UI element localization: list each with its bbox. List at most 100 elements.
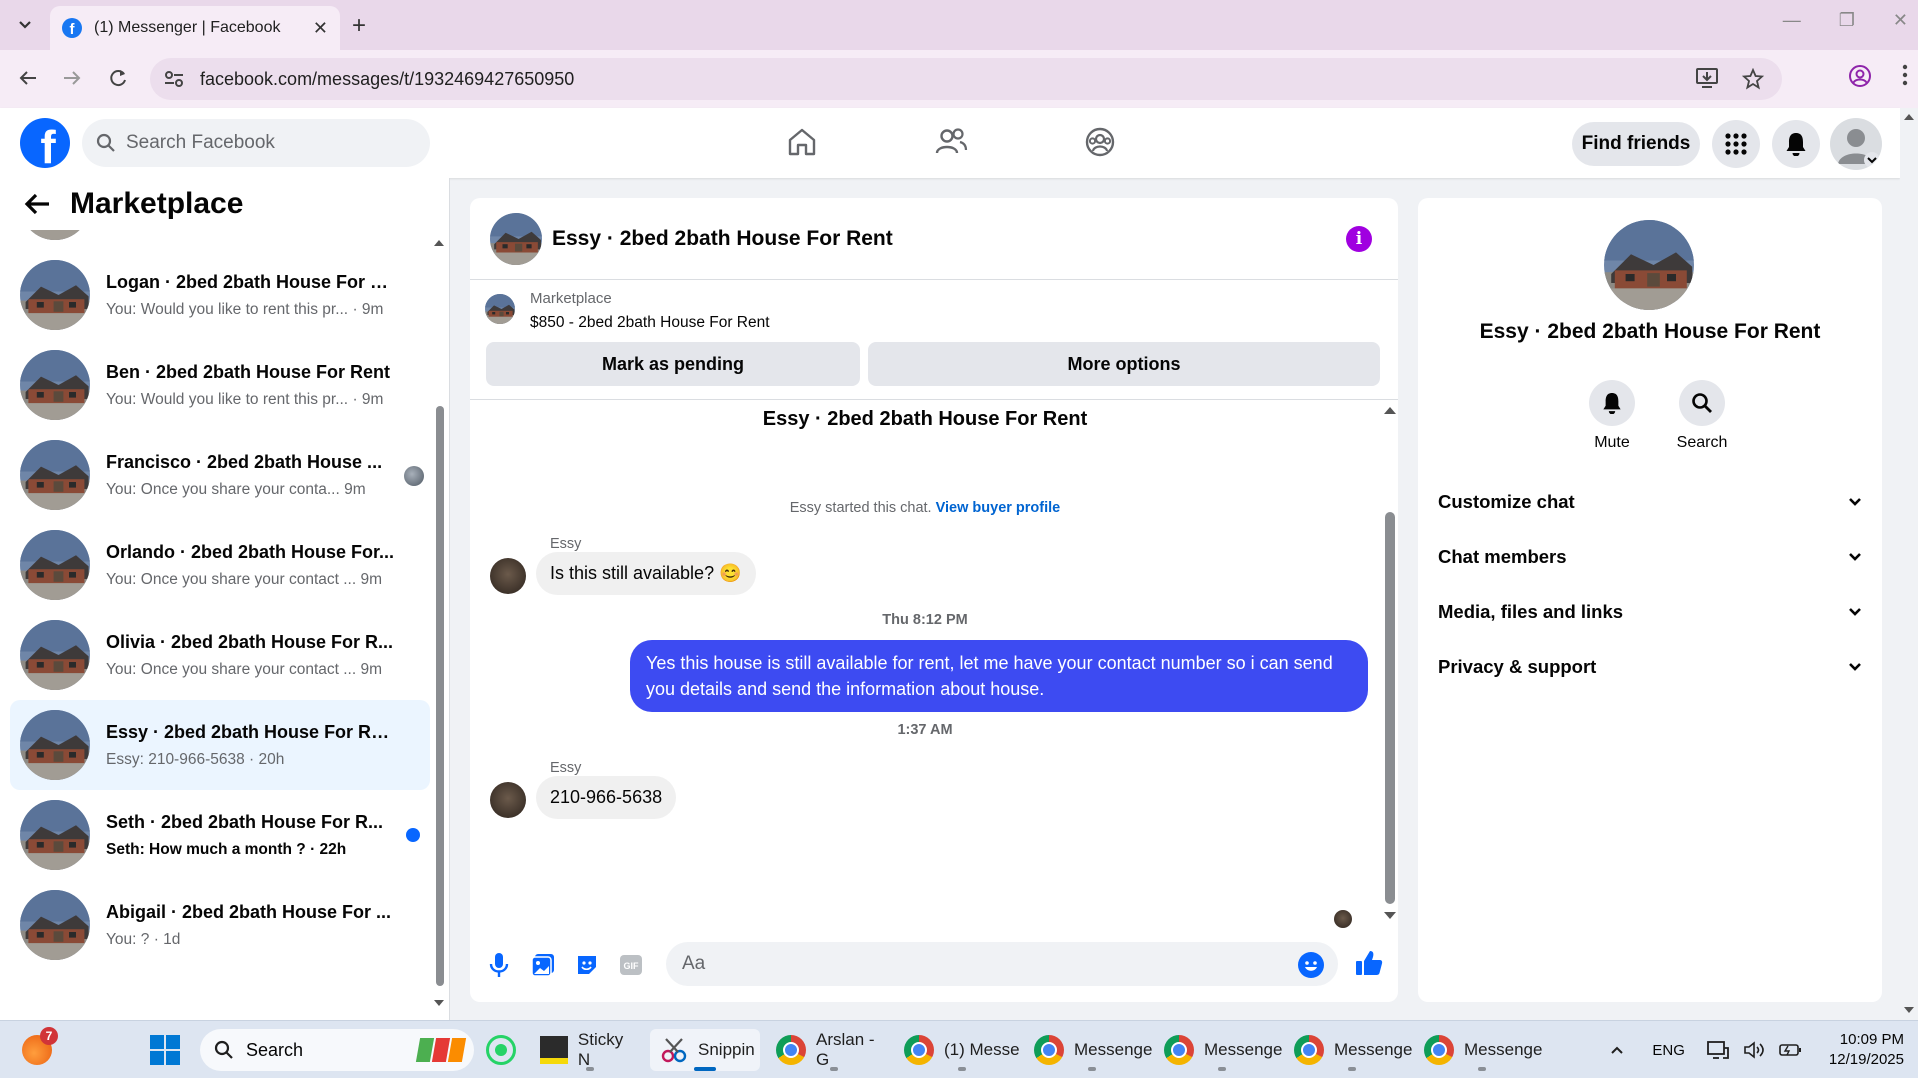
browser-tab-messenger[interactable]: f (1) Messenger | Facebook ✕ (50, 6, 340, 50)
read-receipt-avatar (1334, 910, 1352, 928)
install-app-icon[interactable] (1696, 68, 1718, 90)
chat-scrollbar[interactable] (1380, 404, 1398, 924)
site-settings-icon[interactable] (164, 70, 188, 88)
taskbar-chrome-messenger-3[interactable]: Messenge (1164, 1029, 1282, 1071)
account-avatar[interactable] (1830, 118, 1882, 170)
preview-time: 9m (344, 480, 366, 498)
conversation-item[interactable]: Francisco · 2bed 2bath House ... You: Onc… (10, 430, 430, 520)
reload-icon[interactable] (104, 64, 132, 92)
facebook-logo-icon[interactable]: f (20, 118, 70, 168)
restore-icon[interactable]: ❐ (1839, 10, 1855, 31)
privacy-support-section[interactable]: Privacy & support (1438, 647, 1862, 687)
tab-close-icon[interactable]: ✕ (313, 18, 328, 39)
address-bar[interactable]: facebook.com/messages/t/1932469427650950 (150, 58, 1782, 100)
thumbs-up-icon[interactable] (1354, 948, 1384, 978)
mute-button[interactable]: Mute (1572, 380, 1652, 452)
sidebar-scrollbar[interactable] (432, 236, 446, 1012)
show-hidden-icons-icon[interactable] (1610, 1045, 1624, 1055)
conversation-item[interactable]: Orlando · 2bed 2bath House For... You: On… (10, 520, 430, 610)
preview-text: You: Once you share your contact ... (106, 570, 357, 588)
start-button[interactable] (150, 1029, 186, 1071)
language-indicator[interactable]: ENG (1652, 1042, 1685, 1059)
search-in-chat-button[interactable]: Search (1662, 380, 1742, 452)
back-arrow-icon[interactable] (24, 193, 50, 215)
taskbar-chrome-messenger-5[interactable]: Messenge (1424, 1029, 1542, 1071)
mark-as-pending-button[interactable]: Mark as pending (486, 342, 860, 386)
notifications-bell-icon[interactable] (1772, 120, 1820, 168)
volume-icon[interactable] (1743, 1040, 1765, 1060)
groups-icon[interactable] (1084, 126, 1116, 158)
conversation-item[interactable]: Seth · 2bed 2bath House For R... Seth: Ho… (10, 790, 430, 880)
outgoing-message[interactable]: Yes this house is still available for re… (630, 640, 1368, 712)
conversation-item[interactable]: Olivia · 2bed 2bath House For R... You: O… (10, 610, 430, 700)
taskbar-snipping-tool[interactable]: Snippin (650, 1029, 760, 1071)
tab-search-dropdown-icon[interactable] (8, 10, 42, 40)
facebook-search-input[interactable]: Search Facebook (82, 119, 430, 167)
emoji-icon[interactable] (1298, 952, 1324, 978)
minimize-icon[interactable]: — (1783, 10, 1801, 31)
clock-date: 12/19/2025 (1828, 1051, 1904, 1068)
taskbar-widgets[interactable]: 7 (22, 1027, 64, 1071)
taskbar-whatsapp[interactable] (486, 1029, 522, 1071)
gif-icon[interactable]: GIF (618, 952, 644, 978)
sender-avatar[interactable] (490, 782, 526, 818)
view-buyer-profile-link[interactable]: View buyer profile (936, 500, 1061, 516)
message-input[interactable]: Aa (666, 942, 1338, 986)
chat-title[interactable]: Essy · 2bed 2bath House For Rent (552, 227, 893, 251)
sidebar-scroll-thumb[interactable] (436, 406, 444, 986)
conversation-item[interactable]: Abigail · 2bed 2bath House For ... You: ?… (10, 880, 430, 970)
tab-title: (1) Messenger | Facebook (94, 19, 281, 36)
home-icon[interactable] (786, 126, 818, 158)
chat-started-text: Essy started this chat. (789, 500, 932, 516)
listing-title[interactable]: $850 - 2bed 2bath House For Rent (530, 314, 770, 332)
info-icon[interactable]: i (1346, 226, 1372, 252)
taskbar-clock[interactable]: 10:09 PM 12/19/2025 (1829, 1030, 1904, 1070)
listing-photo[interactable] (1604, 220, 1694, 310)
incoming-message[interactable]: 210-966-5638 (536, 776, 677, 819)
photo-icon[interactable] (530, 952, 556, 978)
bookmark-star-icon[interactable] (1742, 68, 1764, 90)
listing-thumbnail[interactable] (485, 294, 515, 324)
taskbar-search[interactable]: Search (200, 1029, 474, 1071)
taskbar-chrome-arslan[interactable]: Arslan - G (776, 1029, 892, 1071)
conversation-item[interactable]: Essy · 2bed 2bath House For Rent Essy: 21… (10, 700, 430, 790)
taskbar-chrome-messenger-4[interactable]: Messenge (1294, 1029, 1412, 1071)
chat-scroll-thumb[interactable] (1385, 512, 1395, 904)
facebook-favicon-icon: f (62, 18, 82, 38)
sender-avatar[interactable] (490, 558, 526, 594)
new-tab-icon[interactable]: + (352, 12, 366, 40)
customize-chat-section[interactable]: Customize chat (1438, 482, 1862, 522)
conversation-thumbnail (20, 440, 90, 510)
window-controls: — ❐ ✕ (1783, 10, 1908, 31)
menu-grid-icon[interactable] (1712, 120, 1760, 168)
more-options-button[interactable]: More options (868, 342, 1380, 386)
taskbar-chrome-messenger-1[interactable]: (1) Messe (904, 1029, 1020, 1071)
taskbar-sticky-notes[interactable]: Sticky N (540, 1029, 640, 1071)
sticker-icon[interactable] (574, 952, 600, 978)
media-files-links-section[interactable]: Media, files and links (1438, 592, 1862, 632)
page-scrollbar[interactable] (1900, 108, 1918, 1020)
preview-text: Essy: 210-966-5638 (106, 750, 245, 768)
network-icon[interactable] (1707, 1040, 1729, 1060)
chat-members-section[interactable]: Chat members (1438, 537, 1862, 577)
window-close-icon[interactable]: ✕ (1893, 10, 1908, 31)
find-friends-button[interactable]: Find friends (1572, 122, 1700, 166)
preview-time: 9m (360, 570, 383, 588)
browser-menu-icon[interactable] (1902, 64, 1908, 88)
incoming-message[interactable]: Is this still available? 😊 (536, 552, 756, 595)
back-icon[interactable] (14, 64, 42, 92)
taskbar-chrome-messenger-2[interactable]: Messenge (1034, 1029, 1152, 1071)
preview-time: · 9m (352, 390, 384, 408)
conversation-item[interactable]: Logan · 2bed 2bath House For R... You: Wo… (10, 250, 430, 340)
battery-icon[interactable] (1779, 1042, 1803, 1058)
conversation-thumbnail (20, 620, 90, 690)
chat-header: Essy · 2bed 2bath House For Rent i (470, 198, 1398, 280)
conversation-preview: You: ? · 1d (106, 931, 396, 949)
taskbar-search-label: Search (246, 1039, 304, 1060)
forward-icon[interactable] (58, 64, 86, 92)
friends-icon[interactable] (934, 126, 968, 158)
chat-house-thumbnail[interactable] (490, 212, 542, 265)
conversation-item[interactable]: Ben · 2bed 2bath House For Rent You: Woul… (10, 340, 430, 430)
microphone-icon[interactable] (486, 952, 512, 978)
profile-icon[interactable] (1848, 64, 1872, 88)
